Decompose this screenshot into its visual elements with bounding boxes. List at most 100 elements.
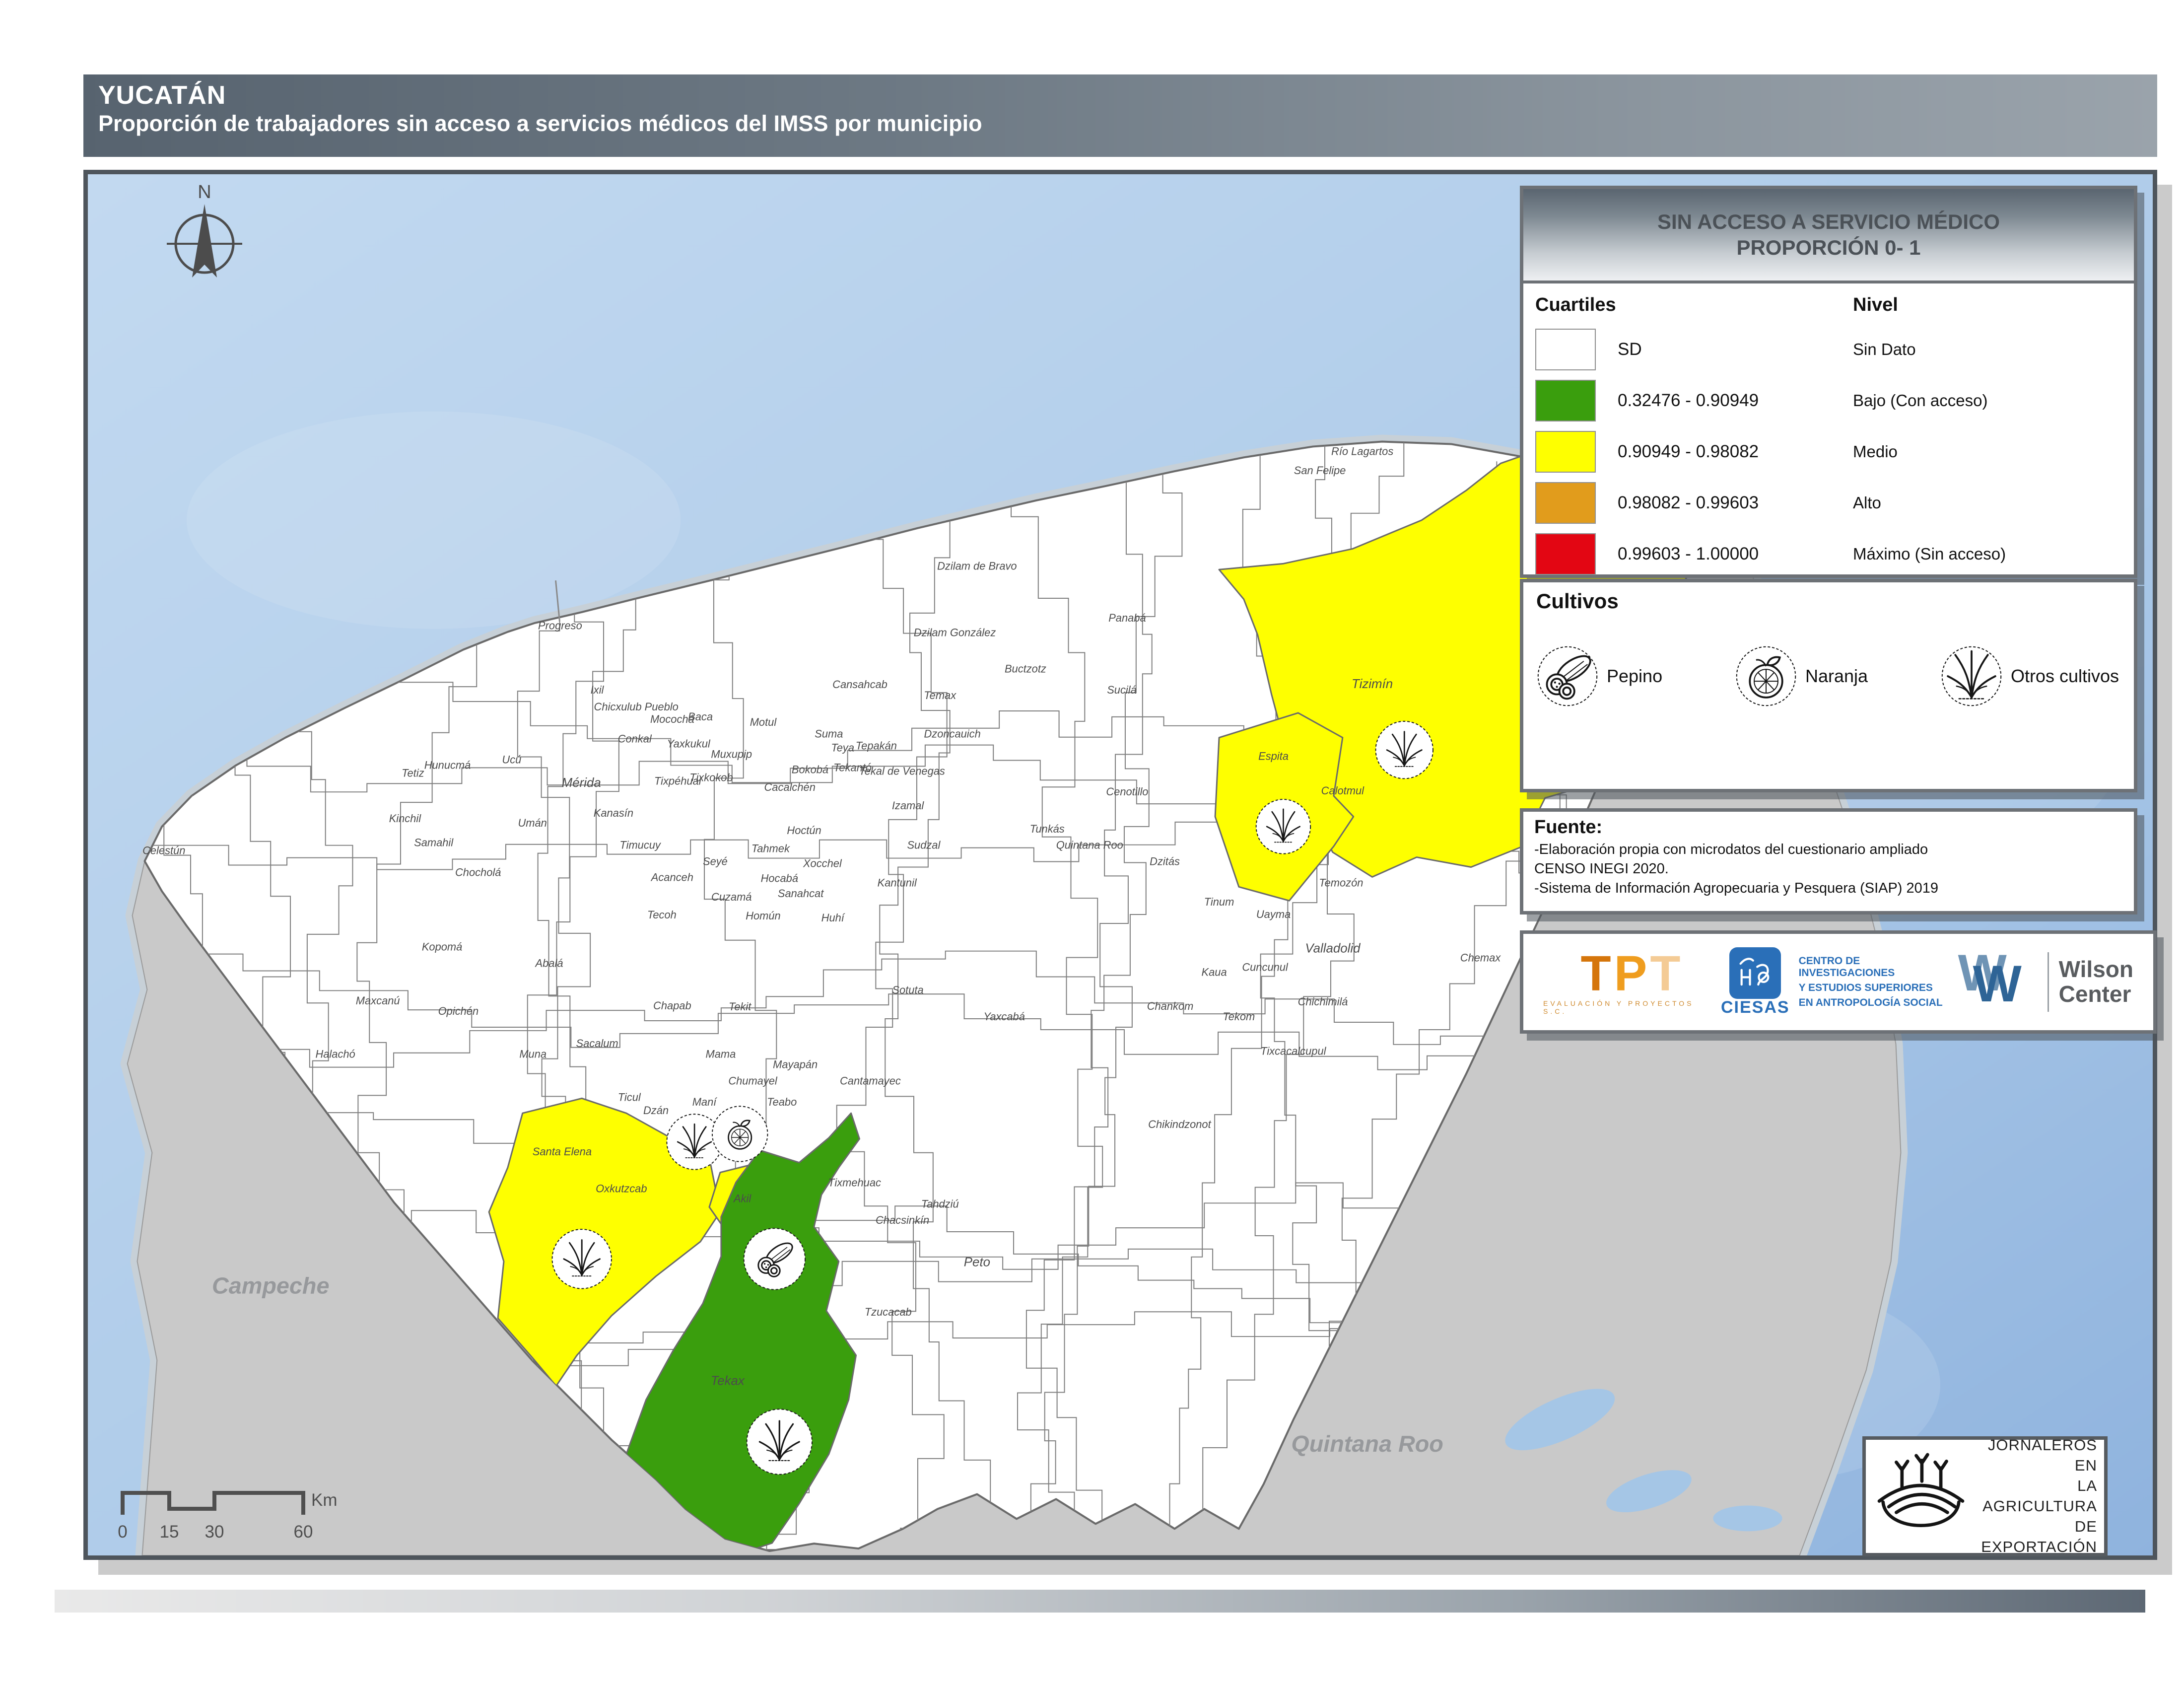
municipality-label: Yaxkukul — [667, 738, 711, 750]
municipality-label: Tahmek — [751, 843, 790, 855]
ciesas-line-2: Y ESTUDIOS SUPERIORES — [1799, 982, 1958, 994]
municipality-label: Homún — [746, 910, 781, 922]
municipality-label: Sucilá — [1107, 684, 1137, 696]
municipality-label: Chichimilá — [1298, 995, 1348, 1008]
svg-text:Km: Km — [311, 1490, 338, 1510]
jornaleros-logo-box: JORNALEROS EN LA AGRICULTURA DE EXPORTAC… — [1862, 1436, 2108, 1556]
municipality-label: Sacalum — [576, 1037, 618, 1050]
municipality-label: Teya — [831, 742, 854, 754]
municipality-label: Kaua — [1202, 966, 1227, 978]
ciesas-abbr: CIESAS — [1721, 998, 1790, 1017]
fuente-title: Fuente: — [1534, 817, 2134, 838]
municipality-label: Tunkás — [1030, 823, 1065, 835]
legend-row: 0.98082 - 0.99603 — [1535, 477, 1853, 528]
legend-range-medio: 0.90949 - 0.98082 — [1618, 442, 1759, 462]
legend-row: 0.99603 - 1.00000 — [1535, 528, 1853, 579]
wilson-center-logo: W W Wilson Center — [1958, 947, 2133, 1017]
cultivo-naranja-label: Naranja — [1805, 666, 1868, 687]
municipality-label: Tekom — [1223, 1010, 1255, 1023]
municipality-label: Motul — [750, 716, 777, 728]
municipality-label: Hunucmá — [424, 759, 471, 771]
municipality-label: Mérida — [562, 776, 601, 790]
legend-level-medio: Medio — [1853, 426, 2122, 477]
state-label: Quintana Roo — [1291, 1431, 1443, 1457]
municipality-label: Chacsinkín — [876, 1214, 929, 1226]
municipality-label: Tixcacalcupul — [1260, 1045, 1326, 1057]
municipality-label: Mama — [705, 1048, 736, 1060]
municipality-label: Cenotillo — [1106, 785, 1148, 798]
legend-level-bajo: Bajo (Con acceso) — [1853, 375, 2122, 426]
municipality-label: Tekit — [729, 1000, 751, 1013]
jornaleros-field-icon — [1869, 1444, 1973, 1548]
municipality-label: Ucú — [502, 753, 521, 766]
ciesas-icon — [1729, 947, 1781, 999]
municipality-label: Cuzamá — [711, 891, 751, 903]
swatch-maximo — [1535, 533, 1596, 575]
svg-text:0: 0 — [118, 1522, 127, 1542]
municipality-label: Baca — [688, 710, 713, 723]
municipality-label: Celestún — [142, 844, 185, 857]
municipality-label: Sotuta — [892, 984, 923, 996]
north-label: N — [198, 182, 211, 203]
legend-title-line2: PROPORCIÓN 0- 1 — [1736, 235, 1920, 261]
municipality-label: Mayapán — [773, 1058, 818, 1071]
municipality-label: Dzitás — [1150, 855, 1180, 867]
municipality-label: Tzucacab — [865, 1306, 912, 1318]
swatch-bajo — [1535, 380, 1596, 422]
municipality-label: Tizimín — [1352, 677, 1393, 691]
legend-row: 0.90949 - 0.98082 — [1535, 426, 1853, 477]
municipality-label: Acanceh — [650, 871, 693, 883]
municipality-label: Chicxulub Pueblo — [594, 701, 679, 713]
fuente-line-3: -Sistema de Información Agropecuaria y P… — [1534, 879, 2134, 898]
municipality-label: Teabo — [767, 1096, 797, 1108]
municipality-label: Santa Elena — [533, 1145, 592, 1158]
tpt-letter-t2: T — [1650, 946, 1683, 1001]
state-label: Campeche — [212, 1272, 330, 1298]
cultivo-otros: Otros cultivos — [1940, 645, 2119, 707]
wilson-name-2: Center — [2059, 982, 2133, 1007]
municipality-label: Kinchil — [389, 812, 422, 825]
municipality-label: Conkal — [618, 733, 652, 745]
municipality-label: Izamal — [892, 799, 925, 812]
municipality-label: Tepakán — [856, 740, 897, 752]
fuente-line-2: CENSO INEGI 2020. — [1534, 859, 2134, 879]
jornaleros-line-2: LA AGRICULTURA — [1973, 1476, 2097, 1517]
municipality-label: Kantunil — [878, 876, 917, 889]
municipality-label: Peto — [964, 1256, 990, 1269]
legend-range-sd: SD — [1618, 340, 1642, 359]
municipality-label: Tinum — [1204, 896, 1234, 908]
municipality-label: Tetiz — [402, 767, 424, 779]
municipality-label: Chankom — [1147, 1000, 1194, 1012]
municipality-label: Chemax — [1460, 952, 1502, 964]
svg-text:15: 15 — [160, 1522, 179, 1542]
municipality-label: Cantamayec — [840, 1074, 901, 1087]
logos-panel: TPT EVALUACIÓN Y PROYECTOS S.C. CIESAS C… — [1520, 930, 2157, 1034]
municipality-label: Río Lagartos — [1331, 445, 1393, 457]
municipality-label: San Felipe — [1294, 464, 1346, 477]
fuente-line-1: -Elaboración propia con microdatos del c… — [1534, 840, 2134, 859]
municipality-label: Ticul — [618, 1091, 641, 1103]
tpt-caption: EVALUACIÓN Y PROYECTOS S.C. — [1543, 999, 1721, 1015]
municipality-label: Hoctún — [787, 824, 821, 837]
legend-range-bajo: 0.32476 - 0.90949 — [1618, 391, 1759, 411]
municipality-label: Kopomá — [422, 941, 462, 953]
legend-col-nivel: Nivel — [1853, 294, 2122, 316]
municipality-label: Cuncunul — [1242, 961, 1289, 974]
municipality-label: Seyé — [703, 855, 728, 867]
municipality-label: Akil — [733, 1192, 751, 1204]
tpt-letter-p: P — [1614, 946, 1650, 1001]
legend-level-sd: Sin Dato — [1853, 324, 2122, 375]
municipality-label: Samahil — [414, 837, 454, 849]
municipality-label: Abalá — [535, 957, 563, 970]
pepino-icon — [1536, 645, 1599, 707]
north-arrow: N — [165, 180, 249, 299]
cultivo-naranja: Naranja — [1735, 645, 1868, 707]
municipality-label: Tekal de Venegas — [859, 765, 945, 777]
municipality-label: Dzán — [643, 1104, 669, 1117]
map-subtitle: Proporción de trabajadores sin acceso a … — [98, 110, 2157, 138]
tpt-logo: TPT EVALUACIÓN Y PROYECTOS S.C. — [1543, 949, 1721, 1015]
municipality-label: Muxupip — [711, 748, 752, 761]
municipality-label: Temax — [924, 689, 956, 702]
municipality-label: Tekax — [711, 1374, 745, 1388]
municipality-label: Progreso — [538, 620, 582, 632]
